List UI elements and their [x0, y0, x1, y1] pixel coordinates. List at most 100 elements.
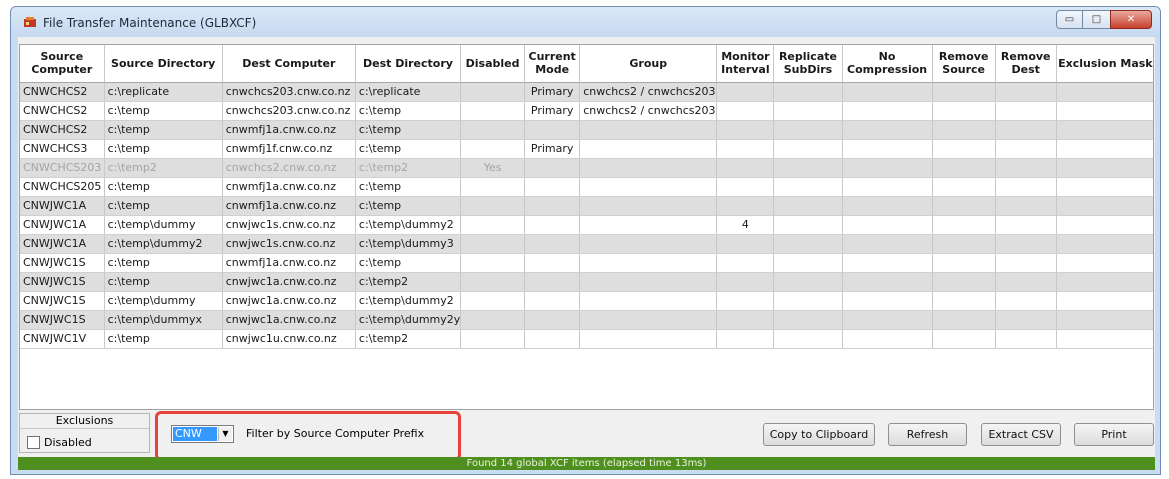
table-cell[interactable] [842, 329, 933, 349]
column-header[interactable]: Source Computer [20, 45, 105, 83]
table-cell[interactable] [842, 139, 933, 159]
table-cell[interactable] [995, 234, 1057, 254]
table-cell[interactable] [716, 177, 775, 197]
table-cell[interactable] [460, 120, 526, 140]
table-cell[interactable] [995, 329, 1057, 349]
table-cell[interactable]: c:\temp [104, 101, 223, 121]
table-cell[interactable] [932, 139, 996, 159]
chevron-down-icon[interactable]: ▼ [218, 427, 232, 441]
table-row[interactable]: CNWCHCS3 c:\temp cnwmfj1f.cnw.co.nz c:\temp… [20, 139, 1153, 159]
table-cell[interactable] [1056, 139, 1153, 159]
table-row[interactable]: CNWCHCS203 c:\temp2 cnwchcs2.cnw.co.nz c:\t… [20, 158, 1153, 178]
transfer-grid[interactable]: Source Computer Source Directory Dest Compu… [19, 44, 1154, 410]
table-cell[interactable] [932, 310, 996, 330]
table-cell[interactable]: CNWCHCS2 [20, 120, 105, 140]
table-cell[interactable]: cnwmfj1f.cnw.co.nz [222, 139, 356, 159]
table-cell[interactable] [579, 310, 718, 330]
table-cell[interactable] [1056, 291, 1153, 311]
table-cell[interactable]: c:\temp [355, 196, 462, 216]
table-cell[interactable] [524, 329, 581, 349]
table-cell[interactable]: c:\temp\dummy2 [355, 215, 462, 235]
table-cell[interactable]: Primary [524, 82, 581, 102]
disabled-checkbox[interactable] [27, 436, 40, 449]
table-cell[interactable]: c:\temp2 [104, 158, 223, 178]
table-cell[interactable]: c:\temp [104, 177, 223, 197]
table-row[interactable]: CNWCHCS2 c:\temp cnwchcs203.cnw.co.nz c:\te… [20, 101, 1153, 121]
table-cell[interactable]: cnwchcs2 / cnwchcs203 [579, 101, 718, 121]
table-cell[interactable] [773, 120, 843, 140]
table-cell[interactable]: c:\temp\dummy2 [104, 234, 223, 254]
table-cell[interactable] [1056, 177, 1153, 197]
table-cell[interactable]: c:\temp [104, 120, 223, 140]
table-cell[interactable] [773, 177, 843, 197]
refresh-button[interactable]: Refresh [888, 423, 967, 446]
table-row[interactable]: CNWJWC1S c:\temp\dummyx cnwjwc1a.cnw.co.nz… [20, 310, 1153, 330]
table-cell[interactable]: c:\temp2 [355, 329, 462, 349]
table-cell[interactable] [716, 272, 775, 292]
table-cell[interactable] [932, 272, 996, 292]
table-cell[interactable] [773, 215, 843, 235]
table-cell[interactable] [842, 310, 933, 330]
table-cell[interactable] [1056, 120, 1153, 140]
table-cell[interactable]: cnwjwc1s.cnw.co.nz [222, 234, 356, 254]
maximize-button[interactable]: □ [1083, 10, 1110, 29]
table-cell[interactable]: c:\temp\dummyx [104, 310, 223, 330]
table-cell[interactable] [1056, 234, 1153, 254]
table-cell[interactable]: cnwjwc1a.cnw.co.nz [222, 272, 356, 292]
column-header[interactable]: Remove Source [932, 45, 996, 83]
table-cell[interactable] [932, 329, 996, 349]
table-cell[interactable] [716, 253, 775, 273]
table-cell[interactable]: cnwchcs2.cnw.co.nz [222, 158, 356, 178]
table-cell[interactable] [995, 139, 1057, 159]
table-cell[interactable] [716, 310, 775, 330]
table-cell[interactable] [460, 196, 526, 216]
table-cell[interactable]: c:\replicate [355, 82, 462, 102]
table-cell[interactable] [995, 101, 1057, 121]
column-header[interactable]: Remove Dest [995, 45, 1057, 83]
table-cell[interactable] [460, 291, 526, 311]
table-cell[interactable] [773, 158, 843, 178]
table-cell[interactable] [773, 234, 843, 254]
table-cell[interactable] [932, 234, 996, 254]
table-cell[interactable] [579, 139, 718, 159]
table-cell[interactable] [716, 82, 775, 102]
table-cell[interactable] [460, 82, 526, 102]
table-cell[interactable] [773, 101, 843, 121]
table-cell[interactable] [716, 158, 775, 178]
column-header[interactable]: No Compression [842, 45, 933, 83]
table-cell[interactable] [460, 329, 526, 349]
table-cell[interactable]: CNWJWC1S [20, 291, 105, 311]
table-row[interactable]: CNWJWC1S c:\temp cnwjwc1a.cnw.co.nz c:\temp… [20, 272, 1153, 292]
table-cell[interactable]: c:\temp [104, 253, 223, 273]
table-cell[interactable] [995, 253, 1057, 273]
column-header[interactable]: Dest Computer [222, 45, 356, 83]
table-cell[interactable]: CNWJWC1A [20, 196, 105, 216]
table-cell[interactable] [842, 253, 933, 273]
table-cell[interactable] [460, 139, 526, 159]
table-cell[interactable]: CNWJWC1S [20, 310, 105, 330]
table-cell[interactable] [716, 101, 775, 121]
table-cell[interactable]: c:\temp [104, 139, 223, 159]
table-cell[interactable] [1056, 253, 1153, 273]
table-cell[interactable]: c:\temp\dummy2 [355, 291, 462, 311]
table-cell[interactable] [773, 139, 843, 159]
table-cell[interactable] [995, 196, 1057, 216]
column-header[interactable]: Exclusion Mask [1056, 45, 1153, 83]
table-cell[interactable]: cnwchcs203.cnw.co.nz [222, 101, 356, 121]
table-cell[interactable]: CNWJWC1S [20, 272, 105, 292]
title-bar[interactable]: File Transfer Maintenance (GLBXCF) ▭ □ ✕ [11, 7, 1160, 37]
column-header[interactable]: Group [579, 45, 718, 83]
table-cell[interactable] [995, 291, 1057, 311]
table-cell[interactable] [995, 82, 1057, 102]
table-cell[interactable] [773, 253, 843, 273]
source-prefix-dropdown[interactable]: CNW ▼ [171, 425, 234, 443]
table-cell[interactable]: CNWCHCS3 [20, 139, 105, 159]
table-row[interactable]: CNWJWC1A c:\temp cnwmfj1a.cnw.co.nz c:\temp [20, 196, 1153, 216]
table-cell[interactable] [524, 291, 581, 311]
table-cell[interactable] [460, 101, 526, 121]
table-cell[interactable] [524, 120, 581, 140]
table-cell[interactable] [995, 120, 1057, 140]
table-cell[interactable] [995, 310, 1057, 330]
table-cell[interactable] [773, 329, 843, 349]
table-cell[interactable] [1056, 82, 1153, 102]
